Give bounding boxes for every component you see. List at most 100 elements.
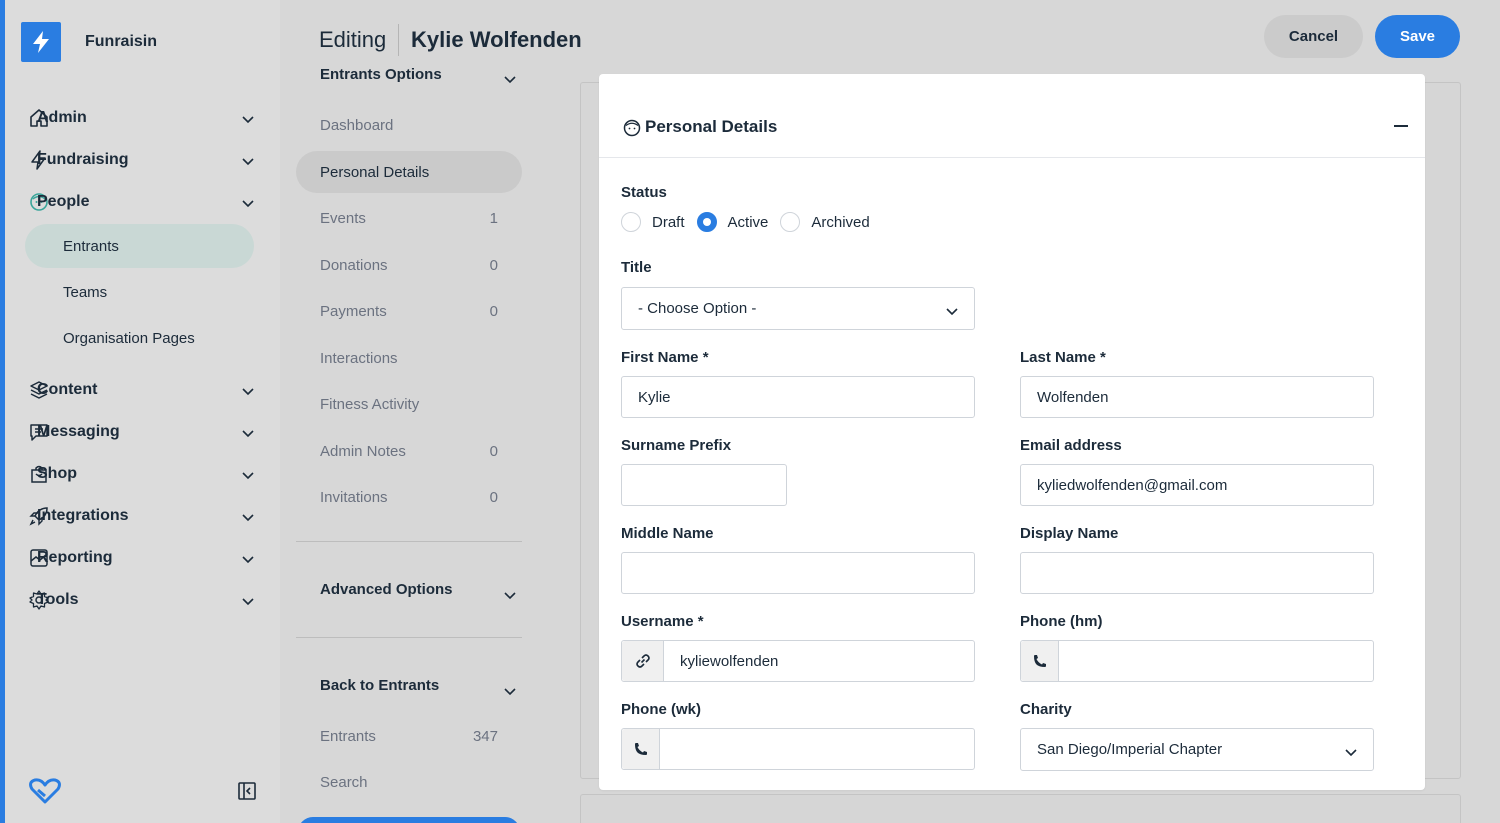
count-badge: 0 xyxy=(489,442,498,460)
status-radio-archived[interactable] xyxy=(780,212,801,232)
subnav-item-fitness-activity[interactable]: Fitness Activity xyxy=(296,383,522,425)
phone-hm-field[interactable] xyxy=(1020,640,1374,682)
subnav-item-admin-notes[interactable]: Admin Notes 0 xyxy=(296,430,522,472)
subnav-item-events[interactable]: Events 1 xyxy=(296,197,522,239)
main-panel-next xyxy=(580,794,1461,823)
display-name-field[interactable] xyxy=(1020,552,1374,594)
subnav-action-button[interactable] xyxy=(298,817,520,823)
subnav-label: Fitness Activity xyxy=(320,395,420,413)
select-value: - Choose Option - xyxy=(638,300,757,317)
chevron-down-icon xyxy=(1345,744,1357,761)
chevron-down-icon xyxy=(242,425,254,443)
chevron-down-icon xyxy=(242,195,254,213)
subnav-label: Invitations xyxy=(320,488,388,506)
brand-name: Funraisin xyxy=(85,33,158,50)
link-icon xyxy=(622,641,664,681)
subnav-item-personal-details[interactable]: Personal Details xyxy=(296,151,522,193)
nav-item-shop[interactable]: Shop xyxy=(25,453,260,495)
last-name-label: Last Name * xyxy=(1020,349,1106,366)
sidebar-item-entrants[interactable]: Entrants xyxy=(25,224,254,268)
nav-item-integrations[interactable]: Integrations xyxy=(25,495,260,537)
personal-details-card: Personal Details Status Draft Active Arc… xyxy=(599,74,1425,790)
chevron-down-icon[interactable] xyxy=(504,587,516,605)
nav-item-messaging[interactable]: Messaging xyxy=(25,411,260,453)
phone-hm-label: Phone (hm) xyxy=(1020,613,1103,630)
nav-item-reporting[interactable]: Reporting xyxy=(25,537,260,579)
nav-label: Tools xyxy=(37,591,79,608)
count-badge: 0 xyxy=(489,256,498,274)
username-field[interactable]: kyliewolfenden xyxy=(621,640,975,682)
subnav-item-entrants[interactable]: Entrants 347 xyxy=(296,715,522,757)
charity-select[interactable]: San Diego/Imperial Chapter xyxy=(1020,728,1374,771)
title-label: Title xyxy=(621,259,652,276)
sidebar: Funraisin Admin Fundraising People Entra… xyxy=(5,0,280,823)
chevron-down-icon[interactable] xyxy=(504,683,516,701)
select-value: San Diego/Imperial Chapter xyxy=(1037,741,1223,758)
divider xyxy=(296,541,522,542)
subnav-label: Dashboard xyxy=(320,116,394,134)
subnav-label: Donations xyxy=(320,256,388,274)
subnav-item-search[interactable]: Search xyxy=(296,761,522,803)
save-button[interactable]: Save xyxy=(1375,15,1460,58)
subnav-item-payments[interactable]: Payments 0 xyxy=(296,290,522,332)
cancel-button[interactable]: Cancel xyxy=(1264,15,1363,58)
radio-label: Archived xyxy=(811,213,870,231)
nav-label: Fundraising xyxy=(37,151,129,168)
first-name-label: First Name * xyxy=(621,349,709,366)
nav-item-fundraising[interactable]: Fundraising xyxy=(25,139,260,181)
heart-logo-icon xyxy=(29,778,61,809)
surname-prefix-field[interactable] xyxy=(621,464,787,506)
phone-wk-field[interactable] xyxy=(621,728,975,770)
middle-name-field[interactable] xyxy=(621,552,975,594)
first-name-field[interactable]: Kylie xyxy=(621,376,975,418)
chevron-down-icon xyxy=(242,467,254,485)
subnav-label: Search xyxy=(320,773,368,791)
chevron-down-icon xyxy=(242,593,254,611)
chevron-down-icon xyxy=(242,153,254,171)
radio-label: Draft xyxy=(652,213,685,231)
nav-item-content[interactable]: Content xyxy=(25,369,260,411)
sidebar-item-teams[interactable]: Teams xyxy=(25,269,260,315)
subnav-label: Admin Notes xyxy=(320,442,406,460)
subnav-item-donations[interactable]: Donations 0 xyxy=(296,244,522,286)
subnav-item-dashboard[interactable]: Dashboard xyxy=(296,104,522,146)
nav-item-people[interactable]: People xyxy=(25,181,260,223)
nav-label: People xyxy=(37,193,90,210)
title-select[interactable]: - Choose Option - xyxy=(621,287,975,330)
subnav-section-title[interactable]: Entrants Options xyxy=(320,66,442,83)
surname-prefix-label: Surname Prefix xyxy=(621,437,732,454)
subnav-label: Interactions xyxy=(320,349,398,367)
phone-wk-label: Phone (wk) xyxy=(621,701,702,718)
nav-label: Shop xyxy=(37,465,77,482)
email-field[interactable]: kyliedwolfenden@gmail.com xyxy=(1020,464,1374,506)
subnav-item-interactions[interactable]: Interactions xyxy=(296,337,522,379)
subnav-label: Payments xyxy=(320,302,387,320)
advanced-options-toggle[interactable]: Advanced Options xyxy=(320,581,453,598)
divider xyxy=(296,637,522,638)
nav-item-tools[interactable]: Tools xyxy=(25,579,260,621)
nav-label: Content xyxy=(37,381,98,398)
status-radio-active[interactable] xyxy=(696,212,717,232)
nav-label: Reporting xyxy=(37,549,113,566)
chevron-down-icon xyxy=(242,383,254,401)
chevron-down-icon[interactable] xyxy=(504,71,516,89)
sidebar-item-organisation-pages[interactable]: Organisation Pages xyxy=(25,315,260,361)
radio-label: Active xyxy=(727,213,769,231)
display-name-label: Display Name xyxy=(1020,525,1119,542)
chevron-down-icon xyxy=(242,551,254,569)
sidebar-collapse-icon[interactable] xyxy=(238,782,256,805)
nav-item-admin[interactable]: Admin xyxy=(25,97,260,139)
count-badge: 0 xyxy=(489,302,498,320)
page-title: Kylie Wolfenden xyxy=(411,27,582,52)
subnav-item-invitations[interactable]: Invitations 0 xyxy=(296,476,522,518)
status-radio-draft[interactable] xyxy=(621,212,641,232)
field-value: Wolfenden xyxy=(1037,388,1109,406)
field-value: Kylie xyxy=(638,388,671,406)
collapse-icon[interactable] xyxy=(1394,125,1408,127)
username-label: Username * xyxy=(621,613,704,630)
face-icon xyxy=(623,119,641,142)
last-name-field[interactable]: Wolfenden xyxy=(1020,376,1374,418)
card-title: Personal Details xyxy=(645,117,778,136)
brand[interactable]: Funraisin xyxy=(21,22,157,62)
back-to-entrants-toggle[interactable]: Back to Entrants xyxy=(320,677,439,694)
